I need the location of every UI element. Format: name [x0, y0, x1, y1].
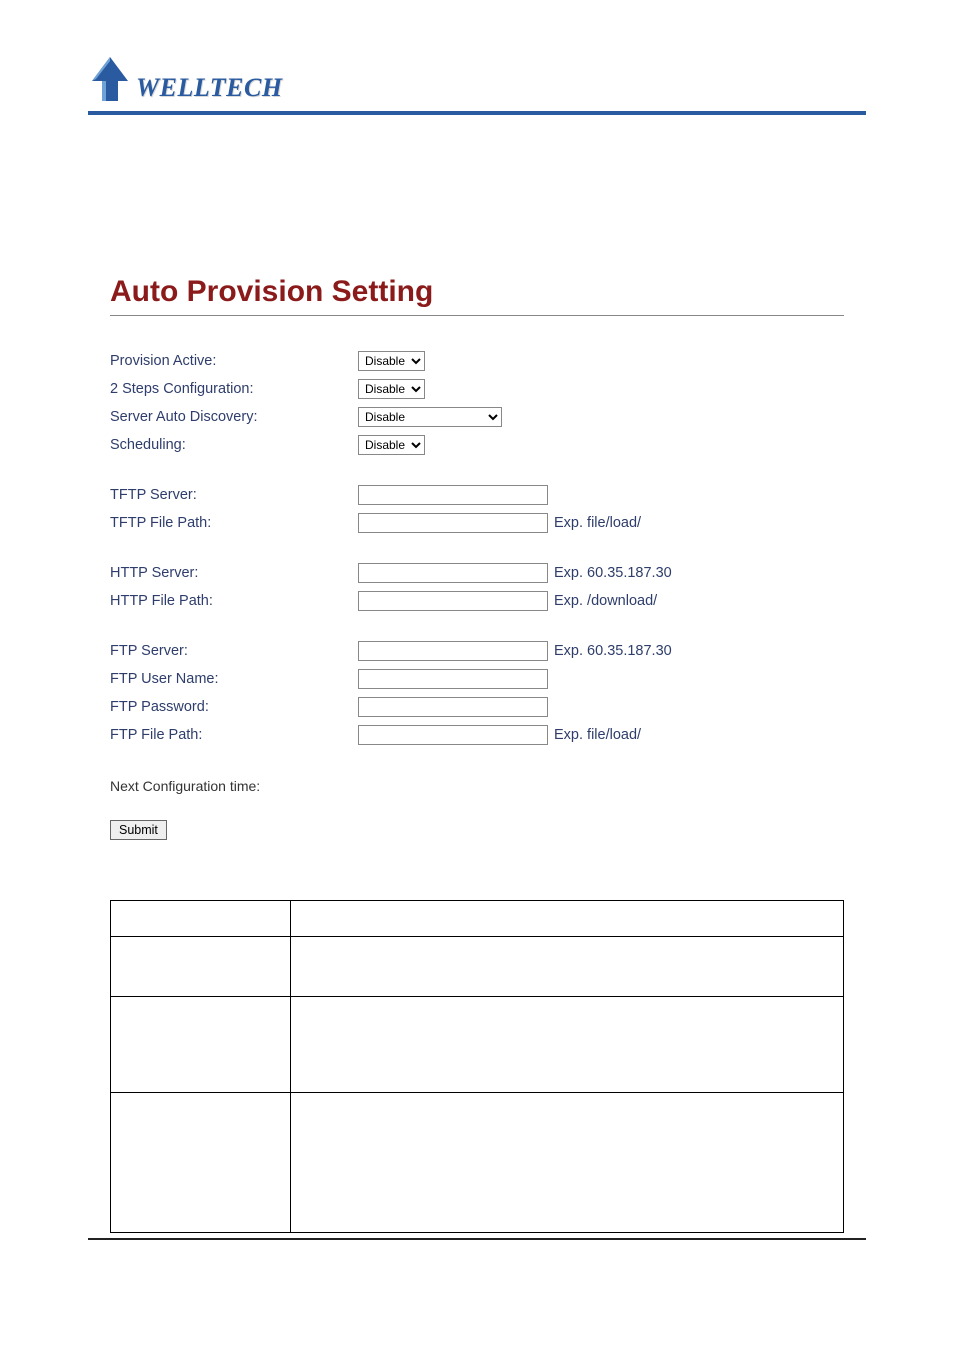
- settings-form: Provision Active: Disable 2 Steps Config…: [110, 348, 844, 840]
- input-ftp-path[interactable]: [358, 725, 548, 745]
- label-tftp-server: TFTP Server:: [110, 487, 358, 503]
- label-next-config: Next Configuration time:: [110, 778, 844, 794]
- logo-text: WELLTECH: [136, 73, 283, 103]
- hint-ftp-server: Exp. 60.35.187.30: [554, 643, 672, 659]
- select-two-steps[interactable]: Disable: [358, 379, 425, 399]
- row-ftp-path: FTP File Path: Exp. file/load/: [110, 722, 844, 748]
- hint-http-server: Exp. 60.35.187.30: [554, 565, 672, 581]
- hint-http-path: Exp. /download/: [554, 593, 657, 609]
- input-tftp-path[interactable]: [358, 513, 548, 533]
- row-auto-discovery: Server Auto Discovery: Disable: [110, 404, 844, 430]
- label-ftp-pass: FTP Password:: [110, 699, 358, 715]
- row-http-path: HTTP File Path: Exp. /download/: [110, 588, 844, 614]
- hint-ftp-path: Exp. file/load/: [554, 727, 641, 743]
- submit-button[interactable]: Submit: [110, 820, 167, 840]
- label-auto-discovery: Server Auto Discovery:: [110, 409, 358, 425]
- input-ftp-user[interactable]: [358, 669, 548, 689]
- select-scheduling[interactable]: Disable: [358, 435, 425, 455]
- page-title: Auto Provision Setting: [110, 275, 844, 316]
- row-provision-active: Provision Active: Disable: [110, 348, 844, 374]
- hint-tftp-path: Exp. file/load/: [554, 515, 641, 531]
- row-ftp-user: FTP User Name:: [110, 666, 844, 692]
- table-row: [111, 1093, 844, 1233]
- row-http-server: HTTP Server: Exp. 60.35.187.30: [110, 560, 844, 586]
- label-scheduling: Scheduling:: [110, 437, 358, 453]
- label-two-steps: 2 Steps Configuration:: [110, 381, 358, 397]
- row-two-steps: 2 Steps Configuration: Disable: [110, 376, 844, 402]
- label-ftp-server: FTP Server:: [110, 643, 358, 659]
- row-tftp-path: TFTP File Path: Exp. file/load/: [110, 510, 844, 536]
- logo-arrow-icon: [88, 55, 132, 103]
- select-provision-active[interactable]: Disable: [358, 351, 425, 371]
- footer-divider: [88, 1238, 866, 1240]
- label-ftp-path: FTP File Path:: [110, 727, 358, 743]
- description-table: [110, 900, 844, 1233]
- label-tftp-path: TFTP File Path:: [110, 515, 358, 531]
- label-provision-active: Provision Active:: [110, 353, 358, 369]
- input-ftp-server[interactable]: [358, 641, 548, 661]
- table-row: [111, 997, 844, 1093]
- row-ftp-server: FTP Server: Exp. 60.35.187.30: [110, 638, 844, 664]
- row-ftp-pass: FTP Password:: [110, 694, 844, 720]
- row-scheduling: Scheduling: Disable: [110, 432, 844, 458]
- input-tftp-server[interactable]: [358, 485, 548, 505]
- input-http-server[interactable]: [358, 563, 548, 583]
- table-row: [111, 901, 844, 937]
- table-row: [111, 937, 844, 997]
- input-ftp-pass[interactable]: [358, 697, 548, 717]
- label-http-server: HTTP Server:: [110, 565, 358, 581]
- header-divider: [88, 111, 866, 115]
- select-auto-discovery[interactable]: Disable: [358, 407, 502, 427]
- label-http-path: HTTP File Path:: [110, 593, 358, 609]
- label-ftp-user: FTP User Name:: [110, 671, 358, 687]
- row-tftp-server: TFTP Server:: [110, 482, 844, 508]
- input-http-path[interactable]: [358, 591, 548, 611]
- content: Auto Provision Setting Provision Active:…: [0, 275, 954, 840]
- page-header: WELLTECH: [0, 0, 954, 103]
- logo: WELLTECH: [88, 55, 954, 103]
